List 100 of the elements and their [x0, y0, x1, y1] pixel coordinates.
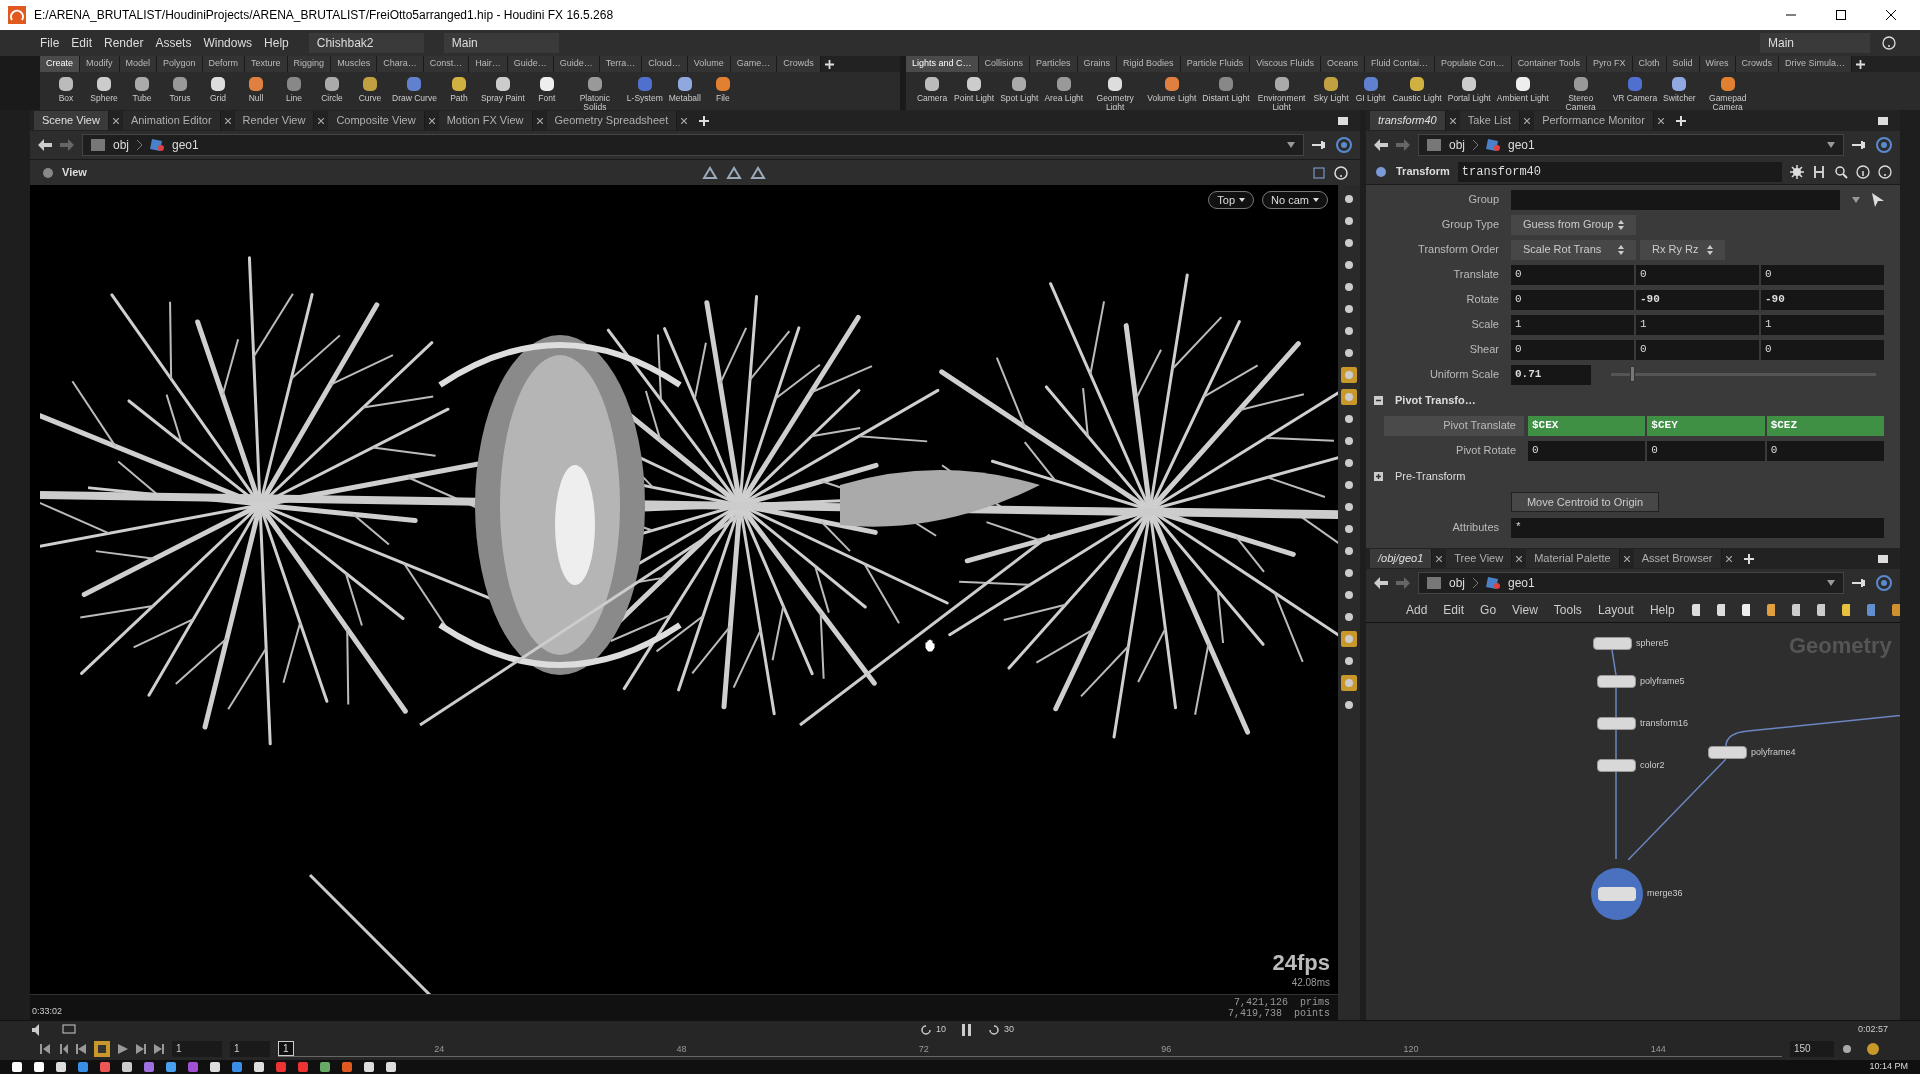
value-field[interactable]: 0: [1647, 440, 1765, 461]
taskbar-app-icon[interactable]: [364, 1062, 374, 1072]
shelf-tab[interactable]: Cloud…: [642, 56, 688, 72]
pane-tab[interactable]: Composite View: [328, 111, 425, 130]
search-icon[interactable]: [1834, 164, 1848, 179]
stop-icon[interactable]: [94, 1041, 110, 1057]
network-menu-item[interactable]: Add: [1406, 600, 1428, 619]
shelf-tool-button[interactable]: Metaball: [666, 74, 703, 103]
path-field[interactable]: obj geo1: [1418, 134, 1844, 156]
maximize-icon[interactable]: [1878, 554, 1888, 563]
network-tool-icon[interactable]: [1890, 602, 1900, 617]
pin-icon[interactable]: [1852, 140, 1868, 150]
close-icon[interactable]: [1725, 555, 1732, 562]
menu-item[interactable]: Help: [264, 34, 289, 52]
add-tab-icon[interactable]: [824, 59, 834, 69]
help-icon[interactable]: [1878, 164, 1892, 179]
menu-item[interactable]: Assets: [155, 34, 192, 52]
taskbar-app-icon[interactable]: [56, 1062, 66, 1072]
value-field[interactable]: 0: [1761, 264, 1884, 285]
pane-tab[interactable]: Asset Browser: [1633, 549, 1722, 568]
desktop-menu[interactable]: Main: [443, 33, 559, 53]
group-field[interactable]: [1511, 189, 1840, 210]
shelf-tool-button[interactable]: L-System: [624, 74, 665, 103]
close-icon[interactable]: [1524, 117, 1531, 124]
shelf-tab[interactable]: Solid: [1666, 56, 1700, 72]
close-icon[interactable]: [224, 117, 231, 124]
value-field[interactable]: 0: [1511, 264, 1634, 285]
shelf-tab[interactable]: Crowds: [777, 56, 821, 72]
taskbar-app-icon[interactable]: [320, 1062, 330, 1072]
value-field[interactable]: 0: [1761, 339, 1884, 360]
shelf-tool-button[interactable]: Gamepad Camera: [1699, 74, 1756, 112]
forward-arrow-icon[interactable]: [60, 139, 74, 151]
view-icon[interactable]: [42, 166, 54, 179]
chat-icon[interactable]: [62, 1024, 76, 1036]
value-field[interactable]: *: [1511, 517, 1884, 538]
dropdown-menu[interactable]: Rx Ry Rz: [1640, 239, 1725, 260]
shelf-tab[interactable]: Pyro FX: [1587, 56, 1633, 72]
shelf-tool-button[interactable]: Grid: [200, 74, 236, 103]
add-tab-icon[interactable]: [1743, 553, 1754, 564]
shelf-tool-button[interactable]: GI Light: [1352, 74, 1389, 103]
target-icon[interactable]: [1876, 137, 1892, 153]
close-icon[interactable]: [536, 117, 543, 124]
dropdown-menu[interactable]: Scale Rot Trans: [1511, 239, 1636, 260]
shelf-tool-button[interactable]: Null: [238, 74, 274, 103]
help-icon[interactable]: [1334, 165, 1348, 180]
pane-tab[interactable]: Take List: [1459, 111, 1521, 130]
forward-icon[interactable]: [988, 1024, 1000, 1036]
shelf-tool-button[interactable]: VR Camera: [1610, 74, 1660, 103]
maximize-icon[interactable]: [1878, 116, 1888, 125]
current-frame-marker[interactable]: 1: [278, 1041, 294, 1056]
collapse-icon[interactable]: [1374, 395, 1383, 405]
maximize-icon[interactable]: [1836, 10, 1846, 20]
shelf-tool-button[interactable]: Environment Light: [1253, 74, 1310, 112]
network-tool-icon[interactable]: [1765, 602, 1775, 617]
shelf-tab[interactable]: Polygon: [157, 56, 203, 72]
shelf-tool-button[interactable]: Font: [528, 74, 565, 103]
dropdown-menu[interactable]: Guess from Group: [1511, 214, 1636, 235]
close-icon[interactable]: [428, 117, 435, 124]
shelf-tool-button[interactable]: Spot Light: [998, 74, 1041, 103]
shelf-tool-button[interactable]: Platonic Solids: [566, 74, 623, 112]
desktop-menu[interactable]: Chishbak2: [308, 33, 424, 53]
shelf-tab[interactable]: Container Tools: [1511, 56, 1587, 72]
shelf-tab[interactable]: Particle Fluids: [1180, 56, 1251, 72]
shelf-tab[interactable]: Cloth: [1632, 56, 1667, 72]
shelf-tab[interactable]: Viscous Fluids: [1250, 56, 1321, 72]
shelf-tab[interactable]: Muscles: [331, 56, 378, 72]
camera-menu-button[interactable]: No cam: [1262, 191, 1328, 209]
shelf-tab[interactable]: Fluid Contai…: [1365, 56, 1436, 72]
help-icon[interactable]: [1882, 36, 1896, 50]
pane-tab[interactable]: Animation Editor: [122, 111, 221, 130]
pane-tab[interactable]: Scene View: [34, 111, 109, 130]
value-field[interactable]: 0: [1636, 264, 1759, 285]
network-tool-icon[interactable]: [1740, 602, 1750, 617]
snap-icon[interactable]: [702, 165, 718, 180]
shelf-tool-button[interactable]: Volume Light: [1145, 74, 1199, 103]
pane-tab[interactable]: Geometry Spreadsheet: [546, 111, 678, 130]
dropdown-caret-icon[interactable]: [1287, 142, 1295, 148]
dropdown-caret-icon[interactable]: [1827, 580, 1835, 586]
taskbar-app-icon[interactable]: [166, 1062, 176, 1072]
back-arrow-icon[interactable]: [1374, 577, 1388, 589]
timeline-bar[interactable]: 1 24 48 72 96 120 144: [278, 1041, 1782, 1057]
shelf-tab[interactable]: Oceans: [1321, 56, 1366, 72]
shelf-tab[interactable]: Volume: [687, 56, 731, 72]
network-tool-icon[interactable]: [1815, 602, 1825, 617]
pane-tab[interactable]: Render View: [234, 111, 315, 130]
node[interactable]: [1708, 746, 1747, 760]
pin-icon[interactable]: [1852, 578, 1868, 588]
shelf-tool-button[interactable]: Sphere: [86, 74, 122, 103]
value-field[interactable]: 0: [1636, 339, 1759, 360]
playback-icon[interactable]: [76, 1044, 86, 1054]
add-tab-icon[interactable]: [1675, 115, 1686, 126]
menu-item[interactable]: File: [40, 34, 60, 52]
taskbar-app-icon[interactable]: [188, 1062, 198, 1072]
shelf-tool-button[interactable]: Switcher: [1661, 74, 1698, 103]
shelf-tab[interactable]: Guide…: [553, 56, 600, 72]
taskbar-app-icon[interactable]: [34, 1062, 44, 1072]
value-field[interactable]: 0: [1528, 440, 1646, 461]
taskbar-app-icon[interactable]: [210, 1062, 220, 1072]
target-icon[interactable]: [1876, 575, 1892, 591]
node[interactable]: [1597, 759, 1636, 773]
